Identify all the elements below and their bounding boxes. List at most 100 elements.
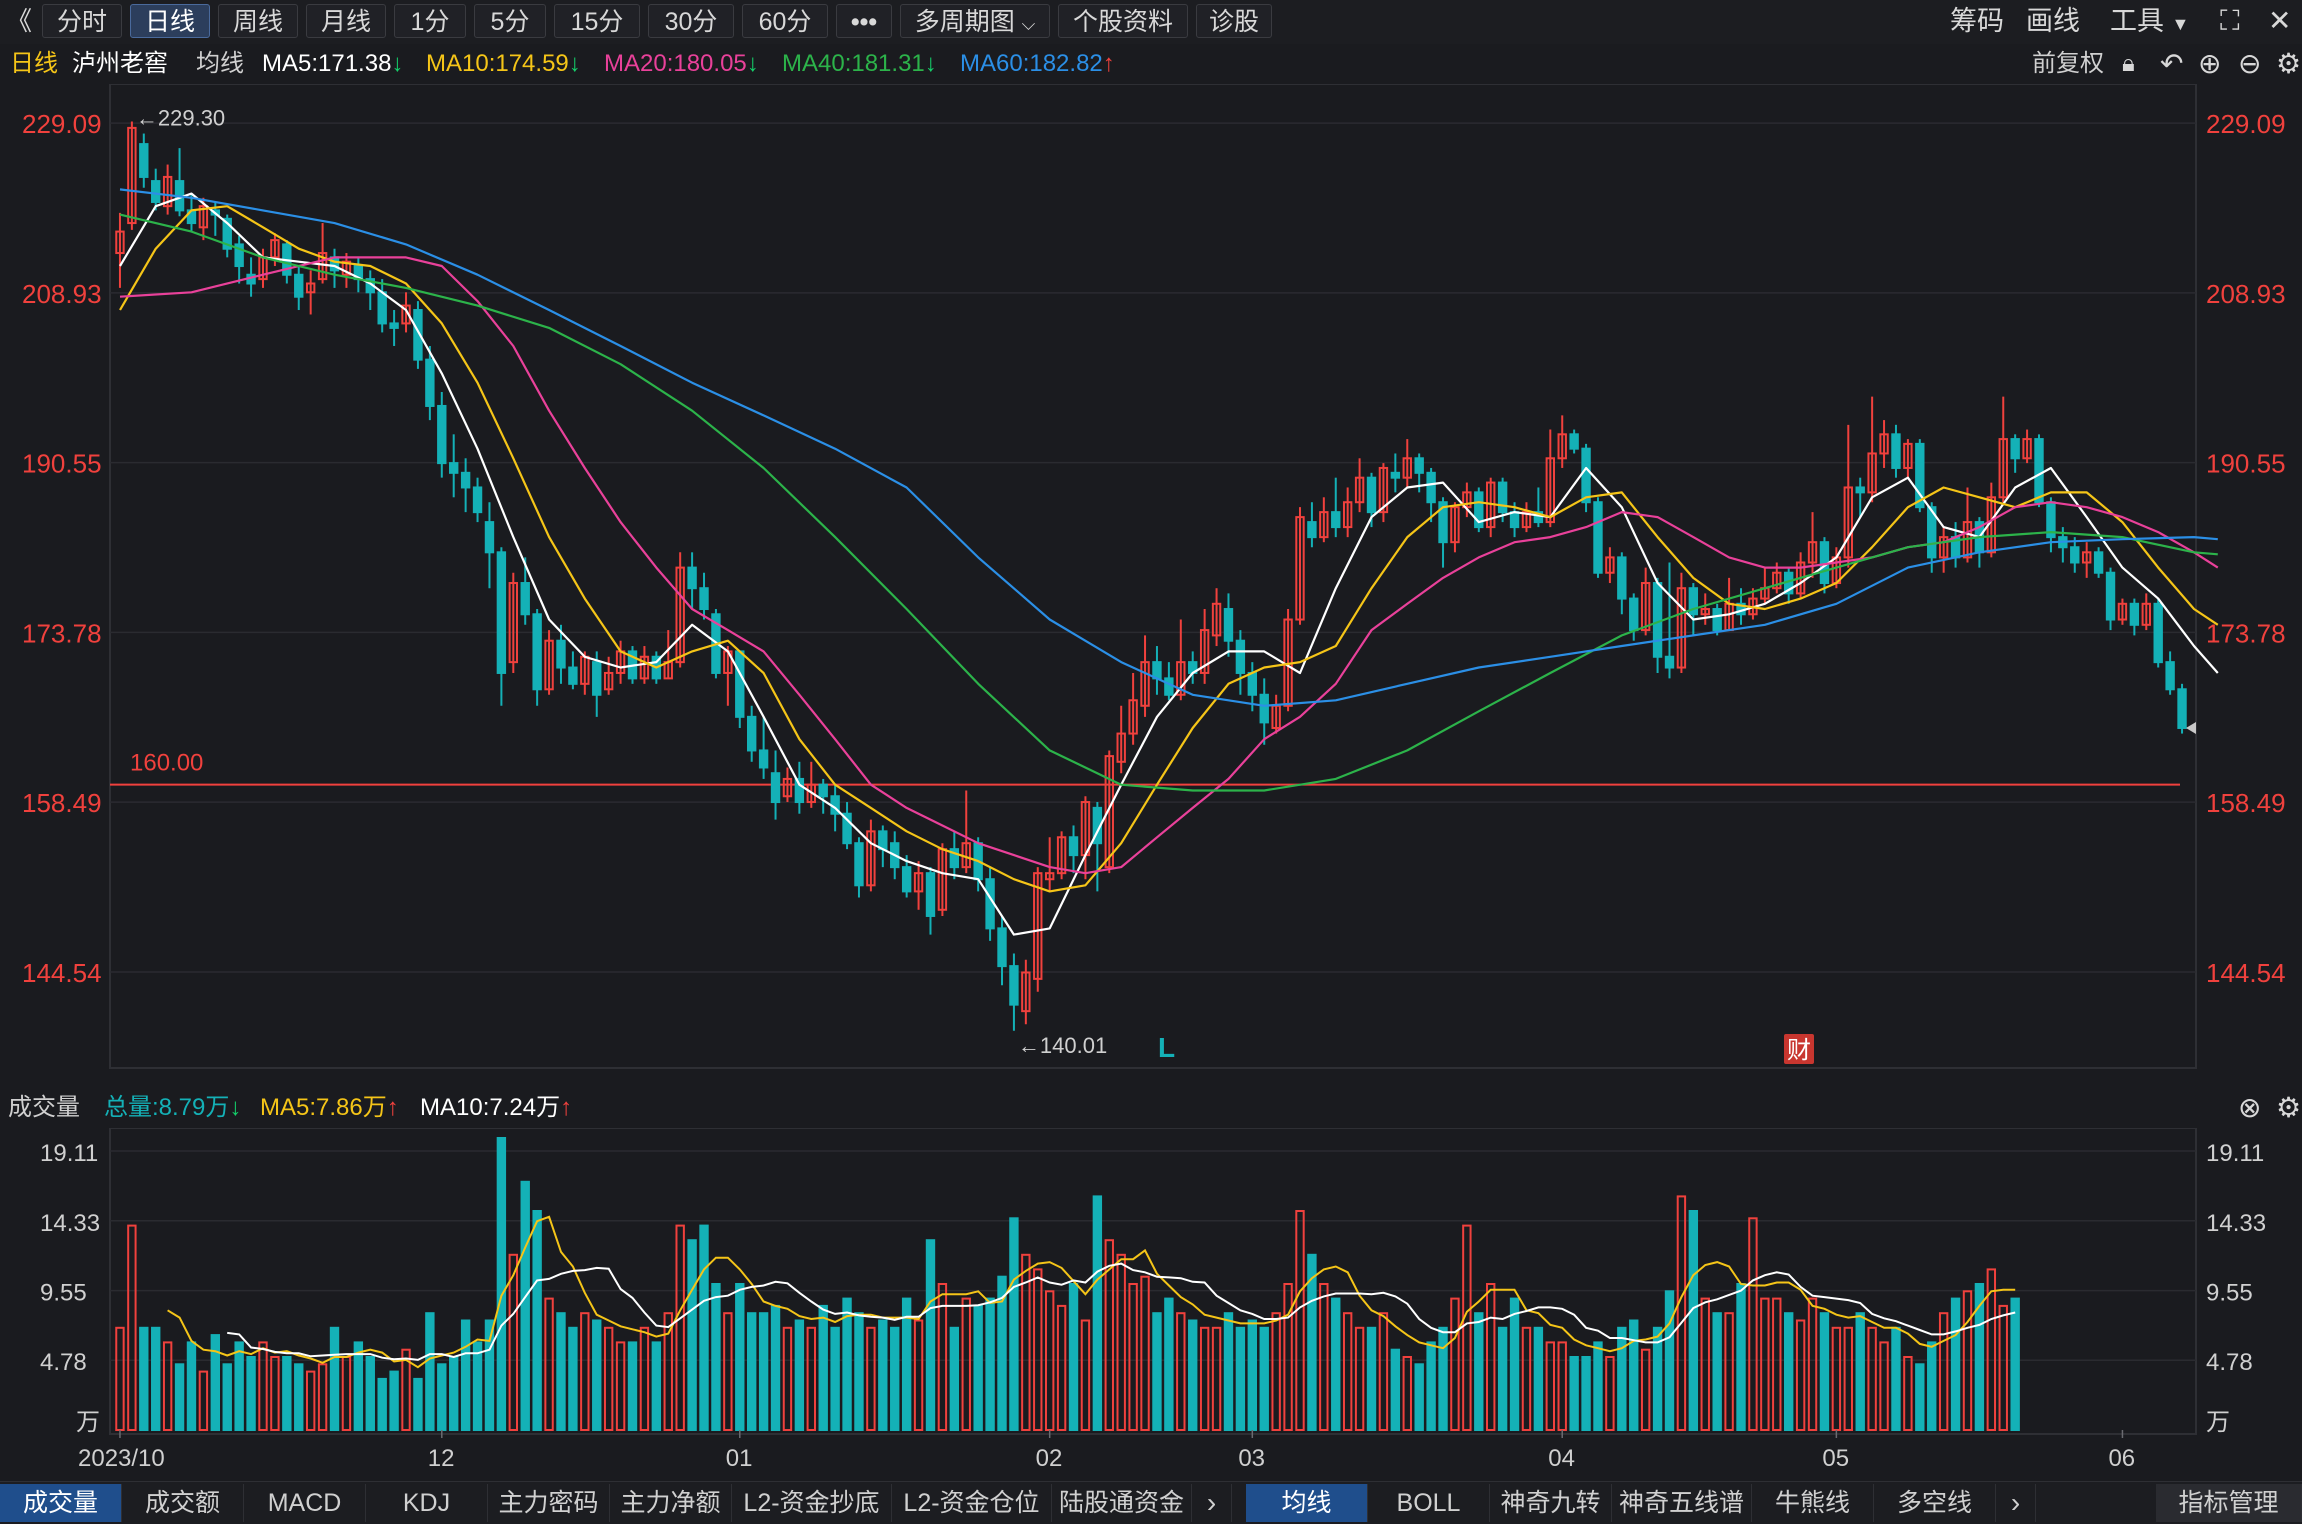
- tab-daily[interactable]: 日线: [130, 4, 210, 38]
- volume-bar-down: [1891, 1326, 1901, 1431]
- more-button[interactable]: •••: [836, 4, 892, 38]
- candle-down: [925, 872, 936, 917]
- volume-bar-down: [1235, 1326, 1246, 1431]
- tab-ma[interactable]: 均线: [1246, 1484, 1368, 1522]
- indicator-manage-button[interactable]: 指标管理: [2156, 1484, 2302, 1522]
- volume-bar-up: [258, 1341, 268, 1431]
- tab-l2-bottom[interactable]: L2-资金抄底: [732, 1484, 892, 1522]
- tab-main-force-code[interactable]: 主力密码: [488, 1484, 610, 1522]
- multi-period-dropdown[interactable]: 多周期图 ⌵: [900, 4, 1050, 38]
- draw-line-button[interactable]: 画线: [2026, 4, 2080, 38]
- date-tick-label: 04: [1548, 1445, 1575, 1472]
- price-tick-label: 144.54: [2206, 958, 2286, 988]
- volume-tick-label: 14.33: [40, 1210, 100, 1237]
- candle-down: [735, 650, 745, 718]
- tab-volume[interactable]: 成交量: [0, 1484, 122, 1522]
- volume-bar-down: [1533, 1326, 1544, 1431]
- chips-button[interactable]: 筹码: [1950, 4, 2004, 38]
- tab-bull-bear[interactable]: 牛熊线: [1752, 1484, 1874, 1522]
- volume-bar-down: [1950, 1297, 1961, 1431]
- candle-down: [484, 521, 495, 554]
- zoom-out-icon[interactable]: ⊖: [2238, 44, 2261, 84]
- gear-icon[interactable]: ⚙: [2276, 1088, 2301, 1128]
- price-annotations: ←229.30 ←140.01 L 财: [136, 105, 2196, 1064]
- arrow-down-icon: ↓: [229, 1094, 242, 1121]
- tab-hk-connect[interactable]: 陆股通资金: [1052, 1484, 1192, 1522]
- ma60-value: MA60:182.82↑: [960, 44, 1115, 84]
- tab-kdj[interactable]: KDJ: [366, 1484, 488, 1522]
- tab-l2-position[interactable]: L2-资金仓位: [892, 1484, 1052, 1522]
- diagnose-button[interactable]: 诊股: [1196, 4, 1272, 38]
- collapse-left-icon[interactable]: 《: [6, 4, 32, 38]
- volume-bar-down: [1927, 1341, 1937, 1431]
- volume-bar-up: [270, 1356, 280, 1431]
- ma-label[interactable]: 均线: [196, 44, 244, 84]
- candle-down: [1855, 486, 1865, 494]
- volume-bar-up: [723, 1312, 733, 1431]
- volume-bar-down: [687, 1239, 697, 1431]
- volume-legend: 成交量 总量:8.79万↓ MA5:7.86万↑ MA10:7.24万↑ ⊗ ⚙: [0, 1088, 2302, 1128]
- stock-profile-button[interactable]: 个股资料: [1058, 4, 1188, 38]
- gear-icon[interactable]: ⚙: [2276, 44, 2301, 84]
- tab-turnover[interactable]: 成交额: [122, 1484, 244, 1522]
- volume-bar-down: [1664, 1290, 1675, 1431]
- ma10-text: MA10:174.59: [426, 50, 569, 77]
- tab-macd[interactable]: MACD: [244, 1484, 366, 1522]
- candle-down: [1569, 433, 1579, 450]
- tab-15min[interactable]: 15分: [554, 4, 640, 38]
- volume-bar-down: [1390, 1348, 1401, 1431]
- volume-title[interactable]: 成交量: [8, 1088, 80, 1128]
- tab-30min[interactable]: 30分: [648, 4, 734, 38]
- tab-magic-nine[interactable]: 神奇九转: [1490, 1484, 1612, 1522]
- volume-bar-down: [758, 1312, 769, 1431]
- zoom-in-icon[interactable]: ⊕: [2198, 44, 2221, 84]
- price-chart[interactable]: 229.09 208.93 190.55 173.78 158.49 144.54 229…: [0, 84, 2302, 1088]
- chevron-right-icon[interactable]: ›: [1996, 1484, 2036, 1522]
- undo-icon[interactable]: ↶: [2160, 44, 2183, 84]
- fullscreen-icon[interactable]: ⛶: [2220, 4, 2240, 38]
- indicator-tab-bar: 成交量 成交额 MACD KDJ 主力密码 主力净额 L2-资金抄底 L2-资金…: [0, 1481, 2302, 1524]
- tools-label: 工具: [2110, 6, 2164, 36]
- volume-bar-up: [127, 1224, 137, 1431]
- volume-bar-down: [770, 1304, 781, 1431]
- tools-button[interactable]: 工具 ▼: [2110, 4, 2189, 38]
- candle-down: [1497, 481, 1508, 514]
- chevron-right-icon[interactable]: ›: [1192, 1484, 1232, 1522]
- tab-5min[interactable]: 5分: [474, 4, 546, 38]
- tab-weekly[interactable]: 周线: [218, 4, 298, 38]
- tab-60min[interactable]: 60分: [742, 4, 828, 38]
- volume-bar-down: [2010, 1297, 2020, 1431]
- caret-down-icon: ▼: [2171, 14, 2190, 34]
- volume-bar-down: [413, 1377, 423, 1431]
- tab-main-force-net[interactable]: 主力净额: [610, 1484, 732, 1522]
- lock-icon[interactable]: 🔒︎: [2122, 44, 2135, 84]
- tab-boll[interactable]: BOLL: [1368, 1484, 1490, 1522]
- volume-bar-up: [1831, 1326, 1842, 1431]
- volume-bar-up: [1462, 1224, 1472, 1431]
- volume-bar-down: [1509, 1297, 1520, 1431]
- ma-line-ma5: [119, 192, 2219, 936]
- date-tick-label: 02: [1036, 1445, 1063, 1472]
- tab-magic-five[interactable]: 神奇五线谱: [1612, 1484, 1752, 1522]
- close-icon[interactable]: ⊗: [2238, 1088, 2261, 1128]
- adjust-mode[interactable]: 前复权: [2032, 44, 2104, 84]
- volume-bar-up: [1402, 1356, 1412, 1431]
- stock-name[interactable]: 泸州老窖: [72, 44, 168, 84]
- volume-tick-label: 4.78: [2206, 1349, 2253, 1376]
- close-icon[interactable]: ✕: [2268, 4, 2291, 38]
- date-tick-label: 06: [2108, 1445, 2135, 1472]
- volume-bar-up: [961, 1297, 971, 1431]
- volume-bar-up: [1879, 1341, 1889, 1431]
- candle-down: [1509, 511, 1520, 529]
- volume-tick-label: 19.11: [2206, 1140, 2264, 1167]
- volume-bar-down: [1617, 1326, 1627, 1431]
- volume-bar-down: [1819, 1312, 1830, 1431]
- tab-fenshi[interactable]: 分时: [42, 4, 122, 38]
- tab-1min[interactable]: 1分: [394, 4, 466, 38]
- volume-bar-down: [854, 1312, 864, 1431]
- tab-monthly[interactable]: 月线: [306, 4, 386, 38]
- volume-chart[interactable]: 19.11 19.11 14.33 14.33 9.55 9.55 4.78 4.78 万 万 2…: [0, 1128, 2302, 1481]
- tab-long-short[interactable]: 多空线: [1874, 1484, 1996, 1522]
- volume-bar-up: [1795, 1319, 1806, 1431]
- volume-bar-up: [1128, 1283, 1138, 1431]
